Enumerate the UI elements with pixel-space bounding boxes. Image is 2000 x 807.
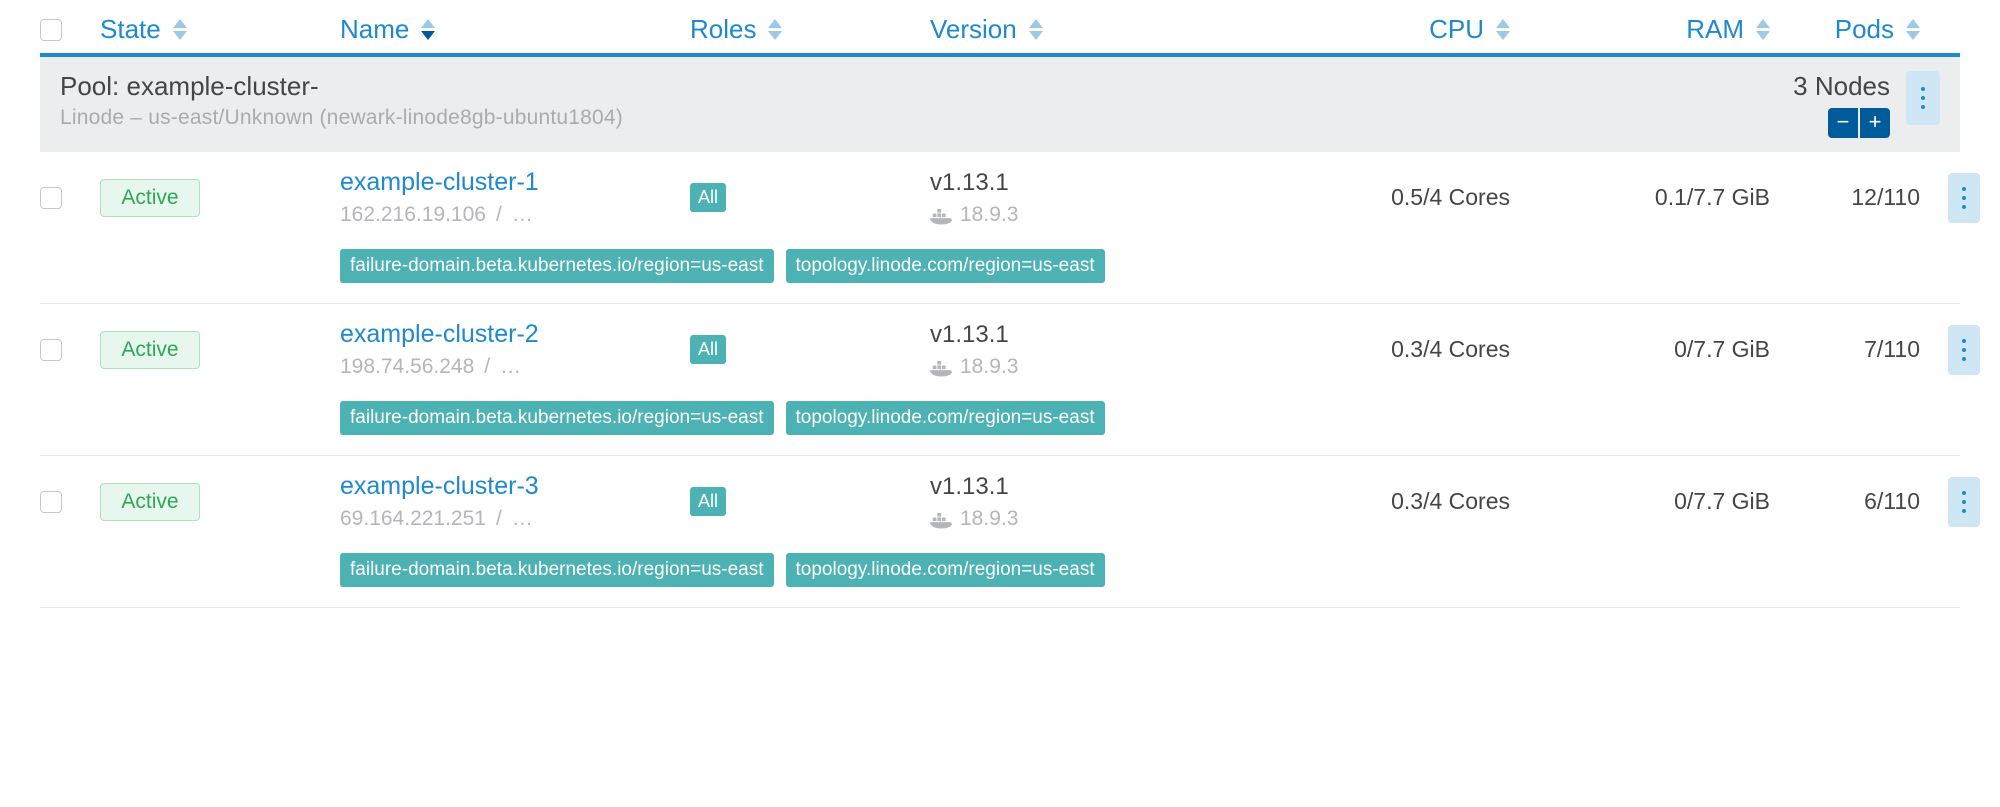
role-chip: All <box>690 487 726 516</box>
select-all-checkbox[interactable] <box>40 19 62 41</box>
table-row: Active example-cluster-2 198.74.56.248 /… <box>40 304 1960 456</box>
pool-increment-button[interactable]: + <box>1860 108 1890 138</box>
table-row: Active example-cluster-3 69.164.221.251 … <box>40 456 1960 608</box>
sort-icon <box>768 19 782 40</box>
docker-icon <box>930 207 952 223</box>
pool-node-stepper: − + <box>1828 108 1890 138</box>
separator: / <box>496 203 502 227</box>
label-chip: failure-domain.beta.kubernetes.io/region… <box>340 401 774 435</box>
header-roles-label: Roles <box>690 14 756 45</box>
ram-value: 0/7.7 GiB <box>1510 488 1770 515</box>
header-pods-label: Pods <box>1835 14 1894 45</box>
role-chip: All <box>690 335 726 364</box>
sort-icon <box>1496 19 1510 40</box>
node-name-link[interactable]: example-cluster-3 <box>340 472 690 501</box>
header-cpu-label: CPU <box>1429 14 1484 45</box>
node-ip-extra: … <box>500 355 521 379</box>
k8s-version: v1.13.1 <box>930 321 1210 349</box>
row-checkbox[interactable] <box>40 187 62 209</box>
row-actions-menu[interactable] <box>1948 477 1980 527</box>
header-roles[interactable]: Roles <box>690 14 930 45</box>
k8s-version: v1.13.1 <box>930 473 1210 501</box>
header-version[interactable]: Version <box>930 14 1210 45</box>
docker-icon <box>930 511 952 527</box>
table-row: Active example-cluster-1 162.216.19.106 … <box>40 152 1960 304</box>
label-chip: topology.linode.com/region=us-east <box>786 401 1105 435</box>
pods-value: 6/110 <box>1770 488 1920 515</box>
docker-version: 18.9.3 <box>960 507 1018 531</box>
node-ip-extra: … <box>512 507 533 531</box>
row-actions-menu[interactable] <box>1948 173 1980 223</box>
node-ip: 69.164.221.251 <box>340 507 486 531</box>
docker-version: 18.9.3 <box>960 203 1018 227</box>
pool-group-header: Pool: example-cluster- Linode – us-east/… <box>40 57 1960 152</box>
status-badge: Active <box>100 483 200 521</box>
pool-node-count: 3 Nodes <box>1793 71 1890 102</box>
node-name-link[interactable]: example-cluster-2 <box>340 320 690 349</box>
k8s-version: v1.13.1 <box>930 169 1210 197</box>
header-ram[interactable]: RAM <box>1510 14 1770 45</box>
pods-value: 12/110 <box>1770 184 1920 211</box>
node-ip: 162.216.19.106 <box>340 203 486 227</box>
row-actions-menu[interactable] <box>1948 325 1980 375</box>
row-checkbox[interactable] <box>40 491 62 513</box>
node-labels: failure-domain.beta.kubernetes.io/region… <box>340 401 1980 435</box>
sort-icon <box>421 19 435 40</box>
cpu-value: 0.5/4 Cores <box>1210 184 1510 211</box>
sort-icon <box>1906 19 1920 40</box>
status-badge: Active <box>100 179 200 217</box>
header-version-label: Version <box>930 14 1017 45</box>
docker-icon <box>930 359 952 375</box>
row-checkbox[interactable] <box>40 339 62 361</box>
node-name-link[interactable]: example-cluster-1 <box>340 168 690 197</box>
cpu-value: 0.3/4 Cores <box>1210 488 1510 515</box>
header-ram-label: RAM <box>1686 14 1744 45</box>
pods-value: 7/110 <box>1770 336 1920 363</box>
node-labels: failure-domain.beta.kubernetes.io/region… <box>340 249 1980 283</box>
label-chip: topology.linode.com/region=us-east <box>786 249 1105 283</box>
ram-value: 0/7.7 GiB <box>1510 336 1770 363</box>
pool-title: Pool: example-cluster- <box>60 71 623 102</box>
docker-version: 18.9.3 <box>960 355 1018 379</box>
label-chip: failure-domain.beta.kubernetes.io/region… <box>340 553 774 587</box>
ram-value: 0.1/7.7 GiB <box>1510 184 1770 211</box>
separator: / <box>496 507 502 531</box>
header-name[interactable]: Name <box>340 14 690 45</box>
role-chip: All <box>690 183 726 212</box>
status-badge: Active <box>100 331 200 369</box>
pool-actions-menu[interactable] <box>1906 71 1940 125</box>
header-state[interactable]: State <box>100 14 340 45</box>
pool-decrement-button[interactable]: − <box>1828 108 1858 138</box>
header-cpu[interactable]: CPU <box>1210 14 1510 45</box>
node-ip: 198.74.56.248 <box>340 355 474 379</box>
sort-icon <box>1029 19 1043 40</box>
pool-subtitle: Linode – us-east/Unknown (newark-linode8… <box>60 106 623 130</box>
separator: / <box>484 355 490 379</box>
sort-icon <box>1756 19 1770 40</box>
label-chip: topology.linode.com/region=us-east <box>786 553 1105 587</box>
node-ip-extra: … <box>512 203 533 227</box>
header-state-label: State <box>100 14 161 45</box>
cpu-value: 0.3/4 Cores <box>1210 336 1510 363</box>
label-chip: failure-domain.beta.kubernetes.io/region… <box>340 249 774 283</box>
sort-icon <box>173 19 187 40</box>
node-labels: failure-domain.beta.kubernetes.io/region… <box>340 553 1980 587</box>
header-pods[interactable]: Pods <box>1770 14 1920 45</box>
header-name-label: Name <box>340 14 409 45</box>
